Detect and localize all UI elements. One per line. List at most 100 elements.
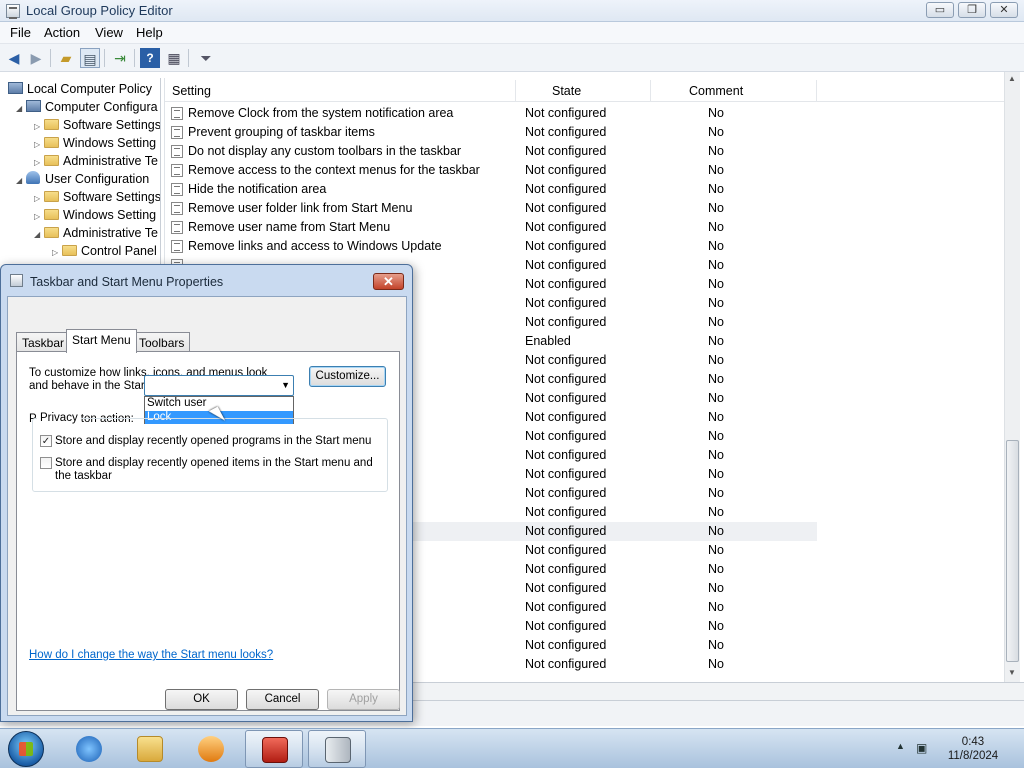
setting-comment: No [708,505,724,519]
column-divider[interactable] [650,80,651,102]
group-policy-editor-button[interactable] [308,730,366,768]
table-row[interactable]: Remove Clock from the system notificatio… [165,104,817,123]
toolbar-separator [104,49,105,67]
tree-item-local-computer-policy[interactable]: Local Computer Policy [8,80,152,98]
recent-programs-checkbox[interactable]: ✓ [40,435,52,447]
show-hidden-icons-arrow[interactable]: ▲ [896,741,905,751]
tree-item-user-software-settings[interactable]: ▷ Software Settings [34,188,160,206]
tree-item-user-configuration[interactable]: ◢ User Configuration [16,170,149,188]
tree-item-windows-settings[interactable]: ▷ Windows Setting [34,134,156,152]
export-list-icon[interactable]: ⇥ [110,48,130,68]
media-player-button[interactable] [182,730,240,768]
restore-button[interactable]: ❐ [958,2,986,18]
menu-help[interactable]: Help [136,25,163,40]
policy-setting-icon [171,202,183,215]
back-icon[interactable]: ◀ [4,48,24,68]
horizontal-scrollbar[interactable] [412,682,1024,700]
column-divider[interactable] [515,80,516,102]
setting-comment: No [708,638,724,652]
setting-state: Not configured [525,486,607,500]
tree-item-software-settings[interactable]: ▷ Software Settings [34,116,160,134]
table-row[interactable]: Remove links and access to Windows Updat… [165,237,817,256]
policy-setting-icon [171,126,183,139]
setting-state: Not configured [525,429,607,443]
setting-comment: No [708,524,724,538]
folder-icon [44,137,59,148]
collapsed-arrow-icon[interactable]: ▷ [52,244,62,262]
dropdown-arrow-icon[interactable]: ▼ [281,380,290,390]
table-row[interactable]: Prevent grouping of taskbar items Not con… [165,123,817,142]
column-header-state[interactable]: State [552,84,581,98]
start-button[interactable] [8,731,44,767]
up-folder-icon[interactable]: ▰ [56,48,76,68]
expanded-arrow-icon[interactable]: ◢ [16,172,26,190]
dialog-title: Taskbar and Start Menu Properties [30,275,224,289]
vertical-scrollbar[interactable]: ▲ ▼ [1004,72,1020,682]
menu-action[interactable]: Action [44,25,80,40]
tab-toolbars[interactable]: Toolbars [133,332,191,353]
setting-comment: No [708,201,724,215]
expanded-arrow-icon[interactable]: ◢ [16,100,26,118]
title-bar: Local Group Policy Editor ▭ ❐ ✕ [0,0,1024,22]
tab-taskbar[interactable]: Taskbar [16,332,71,353]
menu-bar: File Action View Help [0,22,1024,44]
scroll-down-arrow-icon[interactable]: ▼ [1008,668,1016,677]
tree-item-control-panel[interactable]: ▷ Control Panel [52,242,157,260]
setting-name: Do not display any custom toolbars in th… [188,144,462,158]
tree-item-label: Windows Setting [63,136,157,150]
setting-comment: No [708,448,724,462]
column-divider[interactable] [816,80,817,102]
cancel-button[interactable]: Cancel [246,689,319,710]
scroll-up-arrow-icon[interactable]: ▲ [1008,74,1016,83]
expanded-arrow-icon[interactable]: ◢ [34,226,44,244]
system-clock[interactable]: 0:43 11/8/2024 [938,735,1008,763]
close-button[interactable]: ✕ [990,2,1018,18]
tree-item-user-windows-settings[interactable]: ▷ Windows Setting [34,206,156,224]
table-row[interactable]: Do not display any custom toolbars in th… [165,142,817,161]
help-link[interactable]: How do I change the way the Start menu l… [29,649,273,661]
menu-view[interactable]: View [95,25,123,40]
column-header-setting[interactable]: Setting [172,84,211,98]
properties-icon[interactable]: ▦ [164,48,184,68]
column-header-comment[interactable]: Comment [689,84,743,98]
table-row[interactable]: Remove user folder link from Start Menu N… [165,199,817,218]
table-row[interactable]: Hide the notification area Not configured… [165,180,817,199]
explorer-button[interactable] [121,730,179,768]
clock-time: 0:43 [961,736,985,748]
window-title: Local Group Policy Editor [26,3,173,18]
ok-button[interactable]: OK [165,689,238,710]
setting-state: Not configured [525,220,607,234]
dialog-close-button[interactable]: ✕ [373,273,404,290]
forward-icon[interactable]: ▶ [26,48,46,68]
recent-items-checkbox[interactable] [40,457,52,469]
menu-file[interactable]: File [10,25,31,40]
setting-comment: No [708,429,724,443]
tree-item-label: Administrative Te [63,154,158,168]
apply-button[interactable]: Apply [327,689,400,710]
tree-item-user-administrative-templates[interactable]: ◢ Administrative Te [34,224,158,242]
power-button-action-select[interactable]: ▼ [144,375,294,396]
show-hide-tree-icon[interactable]: ▤ [80,48,100,68]
network-icon[interactable]: ▣ [916,741,927,755]
customize-button[interactable]: Customize... [309,366,386,387]
toolbox-app-button[interactable] [245,730,303,768]
table-row[interactable]: Remove access to the context menus for t… [165,161,817,180]
folder-icon [44,227,59,238]
tree-item-administrative-templates[interactable]: ▷ Administrative Te [34,152,158,170]
filter-icon[interactable]: ⏷ [196,48,216,68]
setting-state: Not configured [525,448,607,462]
table-row[interactable]: Remove user name from Start Menu Not conf… [165,218,817,237]
policy-setting-icon [171,240,183,253]
policy-icon [8,82,23,94]
minimize-button[interactable]: ▭ [926,2,954,18]
option-switch-user[interactable]: Switch user [145,397,293,410]
scrollbar-thumb[interactable] [1006,440,1019,662]
setting-state: Not configured [525,410,607,424]
setting-state: Not configured [525,182,607,196]
tab-start-menu[interactable]: Start Menu [66,329,137,353]
recent-items-label: Store and display recently opened items … [55,457,373,482]
help-icon[interactable]: ? [140,48,160,68]
tree-item-computer-configuration[interactable]: ◢ Computer Configura [16,98,158,116]
folder-icon [44,119,59,130]
internet-explorer-button[interactable] [60,730,118,768]
